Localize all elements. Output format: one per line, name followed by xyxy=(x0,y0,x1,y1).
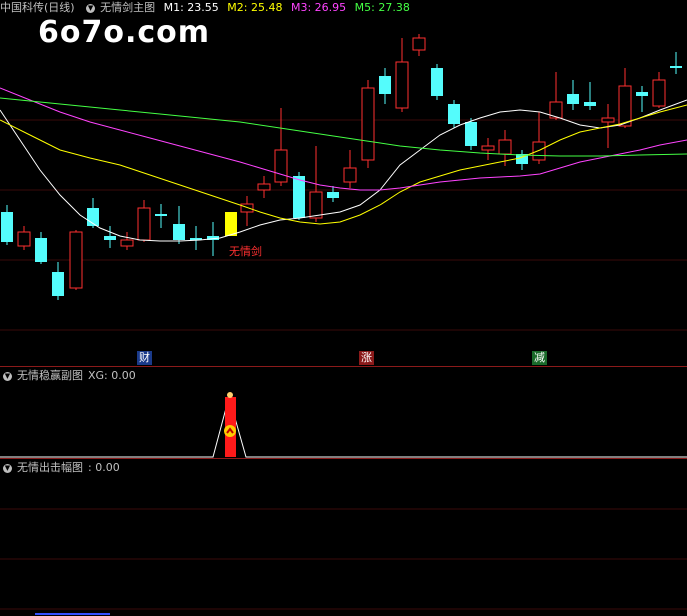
signal-label: 无情剑 xyxy=(229,245,262,258)
sub2-panel[interactable]: ▼ 无情出击幅图 : 0.00 xyxy=(0,459,687,616)
main-chart-svg xyxy=(0,34,687,331)
candle-body xyxy=(618,85,632,127)
ma-m2-line xyxy=(0,104,687,225)
sub1-value: XG: 0.00 xyxy=(88,369,136,382)
candle-body xyxy=(293,176,305,218)
marker-jian: 减 xyxy=(532,351,547,365)
ma-m5-line xyxy=(0,97,687,157)
sub1-signal-line xyxy=(0,395,687,458)
sub1-panel[interactable]: ▼ 无情稳赢副图 XG: 0.00 xyxy=(0,367,687,458)
main-chart-panel[interactable]: 中国科传(日线) ▼ 无情剑主图 M1: 23.55 M2: 25.48 M3: … xyxy=(0,0,687,367)
candle-body xyxy=(35,238,47,262)
candle-body xyxy=(431,68,443,96)
candle-body xyxy=(1,212,13,242)
sub2-dropdown-icon[interactable]: ▼ xyxy=(3,463,12,473)
candle-body xyxy=(465,122,477,146)
indicator-name: 无情剑主图 xyxy=(100,1,156,14)
period-label: (日线) xyxy=(44,1,75,14)
candle-body xyxy=(361,87,375,161)
ma-m5: M5: 27.38 xyxy=(354,1,410,14)
sub2-title: 无情出击幅图 xyxy=(17,461,83,474)
main-chart-header: 中国科传(日线) ▼ 无情剑主图 M1: 23.55 M2: 25.48 M3: … xyxy=(0,0,415,16)
candle-body xyxy=(395,61,409,109)
marker-zhang: 涨 xyxy=(359,351,374,365)
candle-body xyxy=(343,167,357,183)
candle-body xyxy=(327,192,339,198)
candle-body xyxy=(240,203,254,213)
sub1-signal-icon xyxy=(224,425,236,437)
candle-body xyxy=(532,141,546,161)
candle-body xyxy=(379,76,391,94)
candle-body xyxy=(584,102,596,106)
candle-body xyxy=(567,94,579,104)
candle-body xyxy=(137,207,151,241)
sub2-svg xyxy=(0,508,687,615)
candle-body xyxy=(155,214,167,216)
stock-name: 中国科传 xyxy=(0,1,44,14)
candle-body xyxy=(670,66,682,68)
candle-body xyxy=(636,92,648,96)
candle-body xyxy=(481,145,495,151)
candle-body xyxy=(120,239,134,247)
indicator-dropdown-icon[interactable]: ▼ xyxy=(86,3,96,13)
candle-body xyxy=(69,231,83,289)
candle-body xyxy=(104,236,116,240)
candle-body xyxy=(52,272,64,296)
watermark-logo: 6o7o.com xyxy=(38,15,211,50)
candle-body xyxy=(173,224,185,240)
sub2-value: : 0.00 xyxy=(88,461,120,474)
candle-body xyxy=(274,149,288,183)
candle-body xyxy=(225,212,237,236)
ma-m2: M2: 25.48 xyxy=(227,1,283,14)
candle-body xyxy=(498,139,512,155)
sub1-header: ▼ 无情稳赢副图 XG: 0.00 xyxy=(0,368,141,384)
candle-body xyxy=(412,37,426,51)
marker-cai: 财 xyxy=(137,351,152,365)
candle-body xyxy=(601,117,615,123)
candle-body xyxy=(448,104,460,124)
sub1-title: 无情稳赢副图 xyxy=(17,369,83,382)
ma-m3: M3: 26.95 xyxy=(290,1,347,14)
ma-m1: M1: 23.55 xyxy=(163,1,219,14)
sub1-dropdown-icon[interactable]: ▼ xyxy=(3,371,12,381)
candle-body xyxy=(257,183,271,191)
sub2-header: ▼ 无情出击幅图 : 0.00 xyxy=(0,460,125,476)
candle-body xyxy=(652,79,666,107)
candle-body xyxy=(309,191,323,219)
candle-body xyxy=(17,231,31,247)
